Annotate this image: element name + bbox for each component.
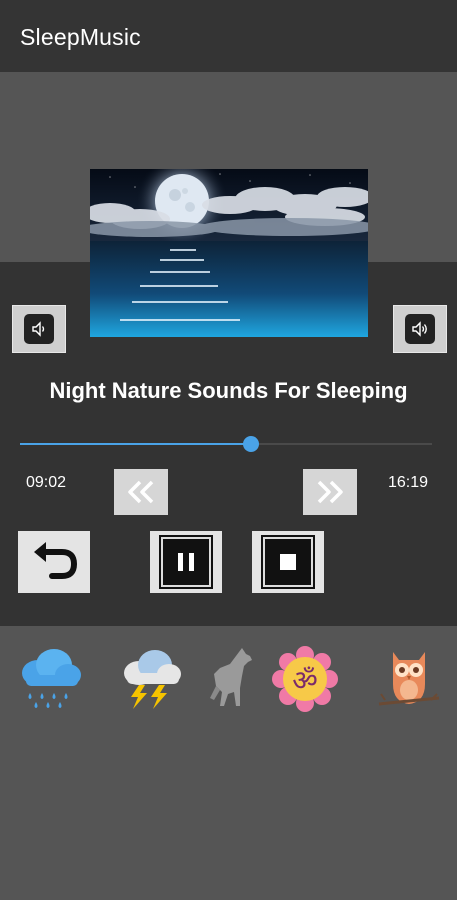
wolf-sound-button[interactable] (198, 640, 266, 718)
rain-sound-button[interactable] (16, 640, 84, 718)
rewind-icon (128, 480, 154, 504)
svg-text:ॐ: ॐ (292, 664, 318, 697)
volume-up-button[interactable] (393, 305, 447, 353)
owl-icon (378, 652, 440, 706)
app-title: SleepMusic (20, 24, 141, 50)
track-title: Night Nature Sounds For Sleeping (49, 378, 408, 403)
fast-forward-icon (317, 480, 343, 504)
seek-bar[interactable] (20, 436, 432, 452)
rain-cloud-icon (22, 649, 81, 708)
elapsed-time: 09:02 (26, 474, 67, 491)
thunderstorm-icon (124, 650, 181, 709)
seek-progress (20, 443, 251, 445)
rewind-button[interactable] (114, 469, 168, 515)
app-bar: SleepMusic (0, 0, 457, 72)
album-art (90, 169, 368, 337)
wolf-icon (210, 648, 252, 706)
om-icon: ॐ (272, 646, 338, 712)
stop-icon (261, 535, 315, 589)
repeat-button[interactable] (18, 531, 90, 593)
seek-thumb[interactable] (242, 436, 259, 452)
stop-button[interactable] (252, 531, 324, 593)
speaker-high-icon (405, 314, 435, 344)
night-ocean-moon-image (90, 169, 368, 337)
repeat-back-icon (34, 542, 78, 579)
om-sound-button[interactable]: ॐ (271, 640, 339, 718)
pause-button[interactable] (150, 531, 222, 593)
pause-icon (159, 535, 213, 589)
total-duration: 16:19 (388, 474, 429, 491)
owl-sound-button[interactable] (375, 640, 443, 718)
speaker-low-icon (24, 314, 54, 344)
volume-down-button[interactable] (12, 305, 66, 353)
sound-selector: ॐ (0, 640, 457, 730)
thunderstorm-sound-button[interactable] (117, 640, 185, 718)
fast-forward-button[interactable] (303, 469, 357, 515)
